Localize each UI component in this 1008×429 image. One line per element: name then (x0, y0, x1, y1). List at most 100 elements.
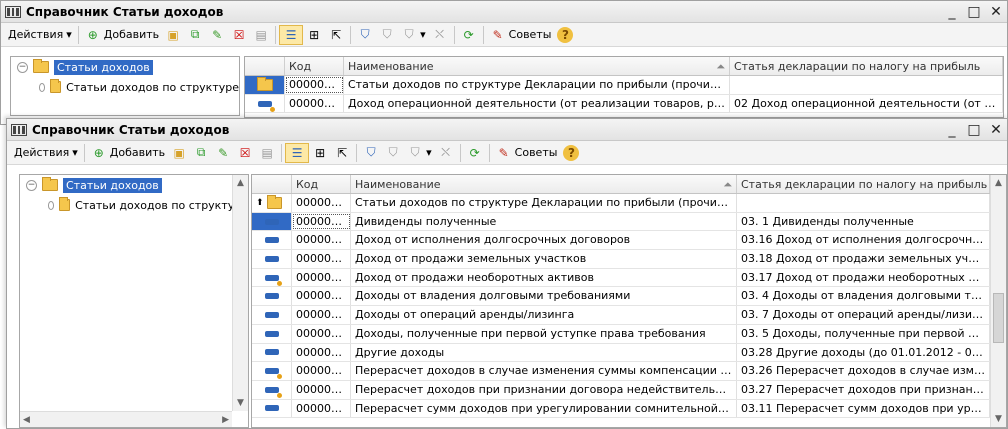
filter-history-button[interactable]: ⛉ ▾ (398, 25, 429, 45)
minimize-button[interactable]: _ (941, 122, 963, 138)
scroll-down-arrow-icon[interactable]: ▼ (233, 395, 248, 411)
grid-vertical-scrollbar[interactable]: ▲ ▼ (990, 175, 1006, 427)
decl-column-header[interactable]: Статья декларации по налогу на прибыль (737, 175, 990, 193)
add-group-button[interactable]: ▣ (162, 25, 184, 45)
decl-cell[interactable]: 03.27 Перерасчет доходов при признании д… (737, 380, 990, 399)
table-row[interactable]: 000001... Доходы от операций аренды/лизин… (252, 306, 990, 325)
add-button[interactable]: ⊕ Добавить (82, 25, 162, 45)
code-cell[interactable]: 000001... (292, 194, 351, 212)
code-column-header[interactable]: Код (292, 175, 351, 193)
decl-cell[interactable] (730, 76, 1003, 94)
table-row[interactable]: 000001... Доход от продажи земельных учас… (252, 250, 990, 269)
code-cell[interactable]: 000001... (292, 250, 351, 268)
scroll-right-arrow-icon[interactable]: ▶ (222, 412, 229, 427)
save-button[interactable]: ▤ (256, 143, 278, 163)
decl-cell[interactable]: 03.28 Другие доходы (до 01.01.2012 - 03.… (737, 343, 990, 362)
code-cell[interactable]: 000001... (292, 362, 351, 380)
code-cell[interactable]: 000001... (292, 380, 351, 399)
minimize-button[interactable]: _ (941, 4, 963, 20)
clear-filter-button[interactable]: ⛌ (429, 25, 451, 45)
front-window-titlebar[interactable]: Справочник Статьи доходов _ □ ✕ (7, 119, 1007, 141)
code-cell[interactable]: 000001... (292, 306, 351, 324)
name-cell[interactable]: Перерасчет доходов при признании договор… (351, 380, 737, 399)
tree-child[interactable]: Статьи доходов по структуре (11, 77, 239, 97)
name-cell[interactable]: Статьи доходов по структуре Декларации п… (351, 194, 737, 212)
table-row[interactable]: 000001... Перерасчет доходов в случае изм… (252, 362, 990, 381)
table-row[interactable]: 000001... Статьи доходов по структуре Дек… (245, 76, 1003, 95)
name-column-header[interactable]: Наименование ⏶ (351, 175, 737, 193)
table-row[interactable]: ⬆ 000001... Статьи доходов по структуре Де… (252, 194, 990, 213)
delete-button[interactable]: ☒ (228, 25, 250, 45)
table-row[interactable]: 000001... Доход от исполнения долгосрочны… (252, 231, 990, 251)
tree-root[interactable]: − Статьи доходов (20, 175, 248, 195)
tree-view-button[interactable]: ☰ (285, 142, 310, 163)
name-cell[interactable]: Доход от продажи земельных участков (351, 250, 737, 268)
name-cell[interactable]: Статьи доходов по структуре Декларации п… (344, 76, 730, 94)
name-cell[interactable]: Доходы от операций аренды/лизинга (351, 306, 737, 324)
table-row[interactable]: 000001... Дивиденды полученные 03. 1 Дивид… (252, 212, 990, 232)
help-button[interactable]: ? (560, 143, 582, 163)
maximize-button[interactable]: □ (963, 4, 985, 20)
name-cell[interactable]: Доходы от владения долговыми требованиям… (351, 287, 737, 306)
close-button[interactable]: ✕ (985, 4, 1007, 20)
decl-cell[interactable]: 03. 1 Дивиденды полученные (737, 212, 990, 231)
code-column-header[interactable]: Код (285, 57, 344, 75)
code-cell[interactable]: 000001... (292, 324, 351, 343)
filter-button[interactable]: ⛉ (360, 143, 382, 163)
decl-cell[interactable]: 03. 5 Доходы, полученные при первой усту… (737, 324, 990, 343)
filter-button[interactable]: ⛉ (354, 25, 376, 45)
clear-filter-button[interactable]: ⛌ (435, 143, 457, 163)
scroll-up-arrow-icon[interactable]: ▲ (233, 175, 248, 191)
table-row[interactable]: 000001... Перерасчет сумм доходов при уре… (252, 399, 990, 419)
code-cell[interactable]: 000001... (292, 212, 351, 231)
copy-button[interactable]: ⧉ (184, 25, 206, 45)
actions-menu[interactable]: Действия ▾ (5, 25, 75, 45)
decl-column-header[interactable]: Статья декларации по налогу на прибыль (730, 57, 1003, 75)
scroll-thumb[interactable] (993, 293, 1004, 343)
decl-cell[interactable]: 02 Доход операционной деятельности (от р… (730, 94, 1003, 113)
help-button[interactable]: ? (554, 25, 576, 45)
filter-value-button[interactable]: ⛉ (382, 143, 404, 163)
delete-button[interactable]: ☒ (234, 143, 256, 163)
name-cell[interactable]: Перерасчет сумм доходов при урегулирован… (351, 399, 737, 418)
decl-cell[interactable]: 03.16 Доход от исполнения долгосрочных д… (737, 231, 990, 250)
add-button[interactable]: ⊕ Добавить (88, 143, 168, 163)
refresh-button[interactable]: ⟳ (464, 143, 486, 163)
back-window-titlebar[interactable]: Справочник Статьи доходов _ □ ✕ (1, 1, 1007, 23)
scroll-left-arrow-icon[interactable]: ◀ (23, 412, 30, 427)
tree-horizontal-scrollbar[interactable]: ◀ ▶ (20, 411, 232, 427)
up-level-button[interactable]: ⇱ (331, 143, 353, 163)
tips-button[interactable]: ✎ Советы (493, 143, 561, 163)
decl-cell[interactable]: 03.26 Перерасчет доходов в случае измене… (737, 362, 990, 380)
tree-root[interactable]: − Статьи доходов (11, 57, 239, 77)
name-cell[interactable]: Перерасчет доходов в случае изменения су… (351, 362, 737, 380)
code-cell[interactable]: 000001... (292, 287, 351, 306)
items-grid[interactable]: Код Наименование ⏶ Статья декларации по н… (251, 174, 1007, 428)
table-row[interactable]: 000001... Доход операционной деятельности… (245, 94, 1003, 114)
name-cell[interactable]: Дивиденды полученные (351, 212, 737, 231)
tree-vertical-scrollbar[interactable]: ▲ ▼ (232, 175, 248, 411)
name-cell[interactable]: Доход от продажи необоротных активов (351, 268, 737, 287)
table-row[interactable]: 000001... Доходы, полученные при первой у… (252, 324, 990, 344)
edit-button[interactable]: ✎ (212, 143, 234, 163)
group-tree[interactable]: − Статьи доходов Статьи доходов по струк… (19, 174, 249, 428)
maximize-button[interactable]: □ (963, 122, 985, 138)
code-cell[interactable]: 000001... (292, 231, 351, 250)
filter-history-button[interactable]: ⛉ ▾ (404, 143, 435, 163)
code-cell[interactable]: 000001... (285, 76, 344, 94)
save-button[interactable]: ▤ (250, 25, 272, 45)
close-button[interactable]: ✕ (985, 122, 1007, 138)
code-cell[interactable]: 000001... (292, 268, 351, 287)
refresh-button[interactable]: ⟳ (458, 25, 480, 45)
table-row[interactable]: 000001... Другие доходы 03.28 Другие доход… (252, 343, 990, 363)
name-cell[interactable]: Доход операционной деятельности (от реал… (344, 94, 730, 113)
collapse-icon[interactable]: − (17, 61, 28, 73)
code-cell[interactable]: 000001... (292, 399, 351, 418)
decl-cell[interactable]: 03.17 Доход от продажи необоротных актив… (737, 268, 990, 287)
actions-menu[interactable]: Действия ▾ (11, 143, 81, 163)
name-cell[interactable]: Доходы, полученные при первой уступке пр… (351, 324, 737, 343)
hierarchy-button[interactable]: ⊞ (303, 25, 325, 45)
scroll-down-arrow-icon[interactable]: ▼ (991, 411, 1006, 427)
copy-button[interactable]: ⧉ (190, 143, 212, 163)
decl-cell[interactable]: 03. 7 Доходы от операций аренды/лизинга (737, 306, 990, 324)
